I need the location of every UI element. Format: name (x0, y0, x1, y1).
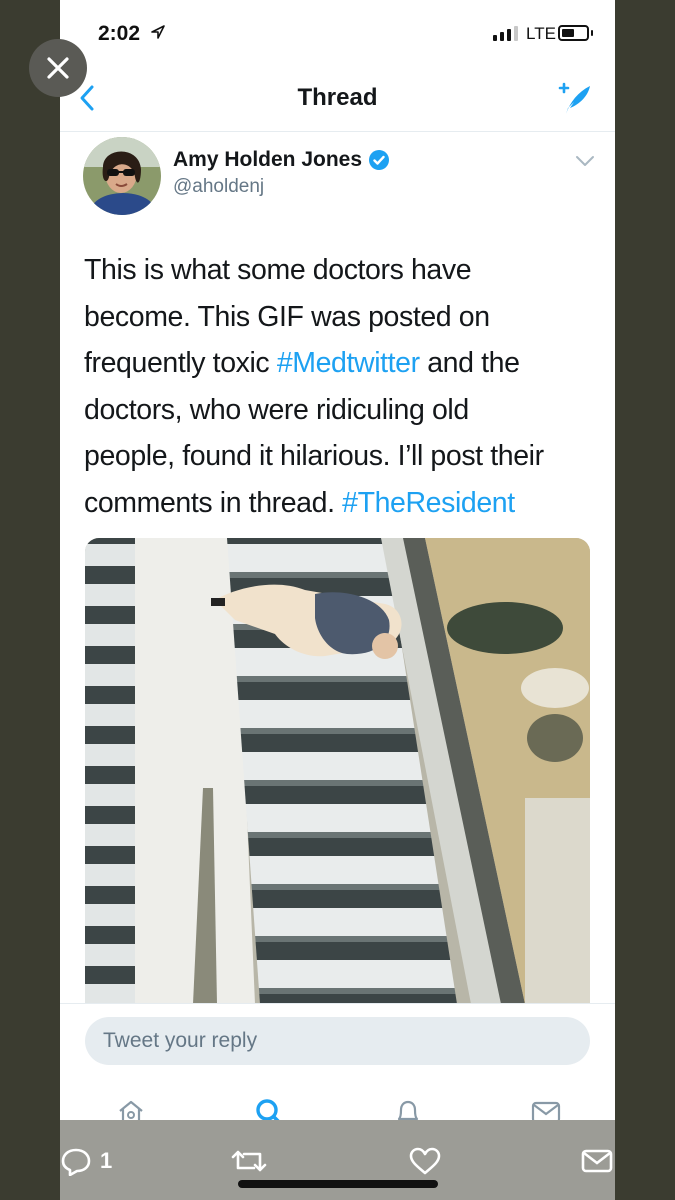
compose-tweet-icon[interactable] (554, 78, 594, 118)
reply-icon (61, 1148, 91, 1176)
tweet-text-line: people, found it hilarious. I’ll post th… (84, 440, 544, 472)
tweet-text-line: frequently toxic #Medtwitter and the (84, 347, 520, 379)
like-action[interactable] (408, 1146, 442, 1176)
status-time: 2:02 (98, 22, 141, 45)
close-icon (47, 57, 69, 79)
avatar[interactable] (83, 137, 161, 215)
tweet-text: This is what some doctors have become. T… (84, 247, 594, 526)
tweet-text-line: become. This GIF was posted on (84, 300, 490, 333)
reply-composer: Tweet your reply (60, 1003, 615, 1081)
hashtag-link[interactable]: #TheResident (342, 487, 515, 519)
hashtag-link[interactable]: #Medtwitter (277, 347, 420, 379)
verified-badge-icon (369, 150, 390, 170)
nav-bar: Thread (60, 60, 615, 132)
tweet-text-line: doctors, who were ridiculing old (84, 393, 469, 426)
author-handle[interactable]: @aholdenj (173, 176, 264, 198)
author-row[interactable]: Amy Holden Jones (173, 148, 390, 172)
retweet-action[interactable] (230, 1146, 268, 1176)
author-name[interactable]: Amy Holden Jones (173, 148, 362, 172)
share-icon (581, 1149, 613, 1173)
tweet-actions-overlay: 1 (0, 1120, 675, 1200)
reply-action[interactable]: 1 (60, 1146, 112, 1176)
page-title: Thread (297, 84, 378, 111)
battery-icon (558, 25, 589, 41)
tweet-text-line: comments in thread. #TheResident (84, 486, 515, 519)
signal-strength-icon (493, 26, 518, 41)
reply-input[interactable]: Tweet your reply (85, 1017, 590, 1065)
location-arrow-icon (151, 25, 165, 39)
home-indicator[interactable] (238, 1180, 438, 1188)
phone-screen: 2:02 LTE Thread Amy Holden Jones @aholde… (60, 0, 615, 1200)
chevron-down-icon[interactable] (574, 154, 596, 168)
reply-count: 1 (100, 1148, 113, 1173)
tab-bar (60, 1081, 615, 1127)
status-bar: 2:02 LTE (60, 0, 615, 60)
tweet-media-gif[interactable] (85, 538, 590, 1004)
close-button[interactable] (29, 39, 87, 97)
retweet-icon (231, 1150, 267, 1172)
tweet-text-line: This is what some doctors have (84, 254, 472, 286)
network-type: LTE (526, 24, 556, 43)
share-action[interactable] (580, 1146, 614, 1176)
like-icon (409, 1147, 441, 1175)
